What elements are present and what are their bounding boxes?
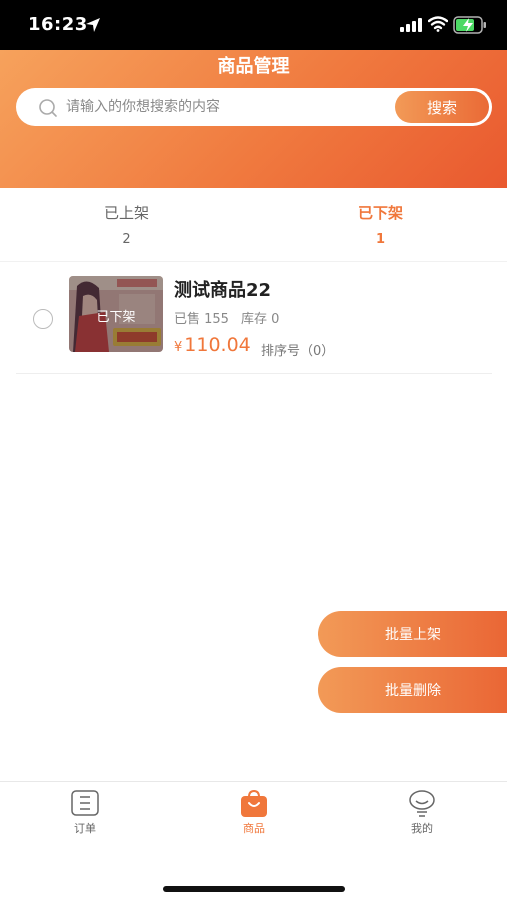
tab-label: 已上架 [103,204,149,222]
header: 商品管理 搜索 [0,50,507,188]
off-shelf-badge: 已下架 [96,310,136,325]
nav-label: 商品 [243,822,265,835]
nav-item-products[interactable]: 商品 [194,788,314,836]
nav-label: 订单 [74,822,96,835]
tab-on-shelf[interactable]: 已上架 2 [0,202,253,247]
product-list-item[interactable]: 已下架 测试商品22 已售 155 库存 0 ¥110.04 排序号（0） [16,262,492,374]
batch-delete-button[interactable]: 批量删除 [318,667,507,713]
shopping-bag-icon [241,789,267,817]
tab-count: 1 [375,232,386,247]
product-price: ¥110.04 [174,334,251,356]
order-list-icon [71,790,99,816]
nav-item-profile[interactable]: 我的 [362,788,482,836]
product-meta: 已售 155 库存 0 [174,308,279,327]
wifi-icon [428,16,448,32]
home-indicator [163,886,345,892]
tab-label: 已下架 [357,204,403,222]
profile-chat-icon [409,790,435,817]
status-time: 16:23 [28,14,88,35]
nav-item-orders[interactable]: 订单 [25,788,145,836]
tab-bar: 已上架 2 已下架 1 [0,188,507,262]
battery-charging-icon [453,16,486,34]
search-icon [39,99,57,117]
search-input[interactable] [66,88,386,126]
location-arrow-icon [86,18,100,32]
tab-off-shelf[interactable]: 已下架 1 [254,202,507,247]
sort-number: 排序号（0） [261,344,335,359]
status-bar: 16:23 [0,0,507,50]
bottom-nav: 订单 商品 我的 [0,781,507,900]
nav-label: 我的 [411,822,433,835]
stock-count: 库存 0 [240,312,280,327]
product-name: 测试商品22 [174,280,272,301]
batch-on-shelf-button[interactable]: 批量上架 [318,611,507,657]
select-radio[interactable] [33,309,53,329]
signal-icon [400,18,422,32]
search-bar: 搜索 [16,88,492,126]
price-value: 110.04 [184,334,251,356]
tab-count: 2 [122,232,131,247]
page-title: 商品管理 [217,56,290,77]
product-thumbnail[interactable]: 已下架 [69,276,163,352]
search-button[interactable]: 搜索 [395,91,489,123]
sold-count: 已售 155 [174,312,229,327]
currency-symbol: ¥ [174,340,183,355]
